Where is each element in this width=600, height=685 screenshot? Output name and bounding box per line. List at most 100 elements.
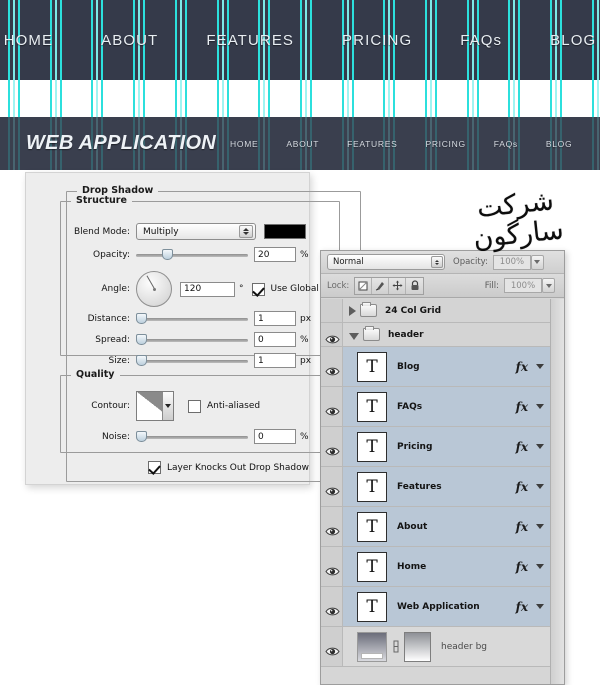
contour-preview[interactable] xyxy=(136,391,174,421)
layer-visibility-toggle[interactable] xyxy=(321,547,343,586)
distance-row: Distance: 1 px xyxy=(68,311,311,326)
layer-knocks-out-checkbox[interactable] xyxy=(148,461,161,474)
app-nav-item-about[interactable]: ABOUT xyxy=(272,139,333,149)
layers-fill-stepper-icon[interactable] xyxy=(542,278,555,293)
fx-icon[interactable]: fx xyxy=(516,440,528,454)
column-grid-white-strip xyxy=(0,80,600,117)
layer-row[interactable]: T Features fx xyxy=(321,467,564,507)
angle-label: Angle: xyxy=(101,284,130,294)
layers-fill-input[interactable]: 100% xyxy=(504,278,555,293)
layer-row-content: T Blog fx xyxy=(343,347,550,386)
noise-slider[interactable] xyxy=(136,430,248,443)
opacity-unit: % xyxy=(300,249,309,260)
spread-input[interactable]: 0 xyxy=(254,332,296,347)
layer-visibility-toggle[interactable] xyxy=(321,299,343,322)
fx-icon[interactable]: fx xyxy=(516,600,528,614)
fx-icon[interactable]: fx xyxy=(516,560,528,574)
angle-input[interactable]: 120 xyxy=(180,281,235,297)
nav-item-home[interactable]: HOME xyxy=(0,32,77,49)
layer-visibility-toggle[interactable] xyxy=(321,507,343,546)
angle-dial[interactable] xyxy=(136,271,172,307)
distance-input[interactable]: 1 xyxy=(254,311,296,326)
blend-mode-stepper-icon[interactable] xyxy=(239,225,253,238)
lock-image-pixels-icon[interactable] xyxy=(372,277,390,294)
opacity-slider[interactable] xyxy=(136,248,248,261)
layer-list[interactable]: 24 Col Grid header T Blog fx T FAQs fx T Pricing f… xyxy=(321,299,564,684)
layer-mask-thumbnail xyxy=(404,631,431,662)
layer-row[interactable]: T FAQs fx xyxy=(321,387,564,427)
layer-row-content: T About fx xyxy=(343,507,550,546)
layer-row[interactable]: T Home fx xyxy=(321,547,564,587)
app-nav-item-features[interactable]: FEATURES xyxy=(333,139,411,149)
layers-panel-scroll-rail[interactable] xyxy=(550,299,564,684)
expand-effects-chevron-icon[interactable] xyxy=(536,484,544,489)
layers-blend-stepper-icon[interactable] xyxy=(431,256,443,268)
expand-effects-chevron-icon[interactable] xyxy=(536,564,544,569)
app-nav-item-faqs[interactable]: FAQs xyxy=(480,139,532,149)
layer-name: Pricing xyxy=(397,441,433,452)
layer-visibility-toggle[interactable] xyxy=(321,587,343,626)
noise-label: Noise: xyxy=(102,431,130,442)
distance-unit: px xyxy=(300,313,312,324)
blend-mode-value: Multiply xyxy=(143,226,179,237)
layer-row[interactable]: T Web Application fx xyxy=(321,587,564,627)
layers-opacity-input[interactable]: 100% xyxy=(492,254,544,270)
expand-effects-chevron-icon[interactable] xyxy=(536,444,544,449)
size-input[interactable]: 1 xyxy=(254,353,296,368)
distance-label: Distance: xyxy=(87,313,130,324)
size-slider[interactable] xyxy=(136,354,248,367)
layer-row[interactable]: 24 Col Grid xyxy=(321,299,564,323)
nav-item-about[interactable]: ABOUT xyxy=(77,32,182,49)
layer-visibility-toggle[interactable] xyxy=(321,347,343,386)
opacity-input[interactable]: 20 xyxy=(254,247,296,262)
layer-row[interactable]: T Pricing fx xyxy=(321,427,564,467)
noise-input[interactable]: 0 xyxy=(254,429,296,444)
nav-item-blog[interactable]: BLOG xyxy=(526,32,600,49)
nav-item-pricing[interactable]: PRICING xyxy=(318,32,436,49)
layers-blend-mode-select[interactable]: Normal xyxy=(327,254,445,270)
layer-style-dialog: Drop Shadow Structure Blend Mode: Multip… xyxy=(25,172,361,485)
chevron-right-icon[interactable] xyxy=(349,305,356,316)
distance-slider[interactable] xyxy=(136,312,248,325)
expand-effects-chevron-icon[interactable] xyxy=(536,524,544,529)
blend-mode-select[interactable]: Multiply xyxy=(136,223,256,240)
fx-icon[interactable]: fx xyxy=(516,360,528,374)
app-nav-item-home[interactable]: HOME xyxy=(216,139,272,149)
use-global-light-checkbox[interactable] xyxy=(251,282,265,296)
grid-column-line xyxy=(8,80,10,117)
link-mask-icon[interactable] xyxy=(391,640,400,654)
expand-effects-chevron-icon[interactable] xyxy=(536,364,544,369)
layer-visibility-toggle[interactable] xyxy=(321,627,343,666)
grid-column-line xyxy=(299,80,302,117)
fx-icon[interactable]: fx xyxy=(516,520,528,534)
nav-item-faqs[interactable]: FAQs xyxy=(436,32,526,49)
grid-column-line xyxy=(471,80,474,117)
contour-dropdown-icon[interactable] xyxy=(162,392,173,420)
layer-row[interactable]: T Blog fx xyxy=(321,347,564,387)
lock-transparent-pixels-icon[interactable] xyxy=(355,277,373,294)
layer-visibility-toggle[interactable] xyxy=(321,323,343,346)
shadow-color-swatch[interactable] xyxy=(264,224,306,239)
fx-icon[interactable]: fx xyxy=(516,400,528,414)
lock-all-icon[interactable] xyxy=(406,277,424,294)
app-nav-item-pricing[interactable]: PRICING xyxy=(411,139,479,149)
lock-position-icon[interactable] xyxy=(389,277,407,294)
layer-row[interactable]: header bg xyxy=(321,627,564,667)
layer-visibility-toggle[interactable] xyxy=(321,387,343,426)
expand-effects-chevron-icon[interactable] xyxy=(536,404,544,409)
layer-visibility-toggle[interactable] xyxy=(321,467,343,506)
layer-row[interactable]: header xyxy=(321,323,564,347)
chevron-down-icon[interactable] xyxy=(349,332,359,340)
layer-row[interactable]: T About fx xyxy=(321,507,564,547)
expand-effects-chevron-icon[interactable] xyxy=(536,604,544,609)
nav-item-features[interactable]: FEATURES xyxy=(182,32,318,49)
layer-visibility-toggle[interactable] xyxy=(321,427,343,466)
fx-icon[interactable]: fx xyxy=(516,480,528,494)
anti-aliased-checkbox[interactable] xyxy=(188,399,201,413)
layers-opacity-stepper-icon[interactable] xyxy=(530,254,544,270)
text-layer-thumbnail: T xyxy=(357,391,387,422)
app-nav-item-blog[interactable]: BLOG xyxy=(532,139,586,149)
layer-name: About xyxy=(397,521,428,532)
spread-slider[interactable] xyxy=(136,333,248,346)
grid-column-line xyxy=(309,80,312,117)
